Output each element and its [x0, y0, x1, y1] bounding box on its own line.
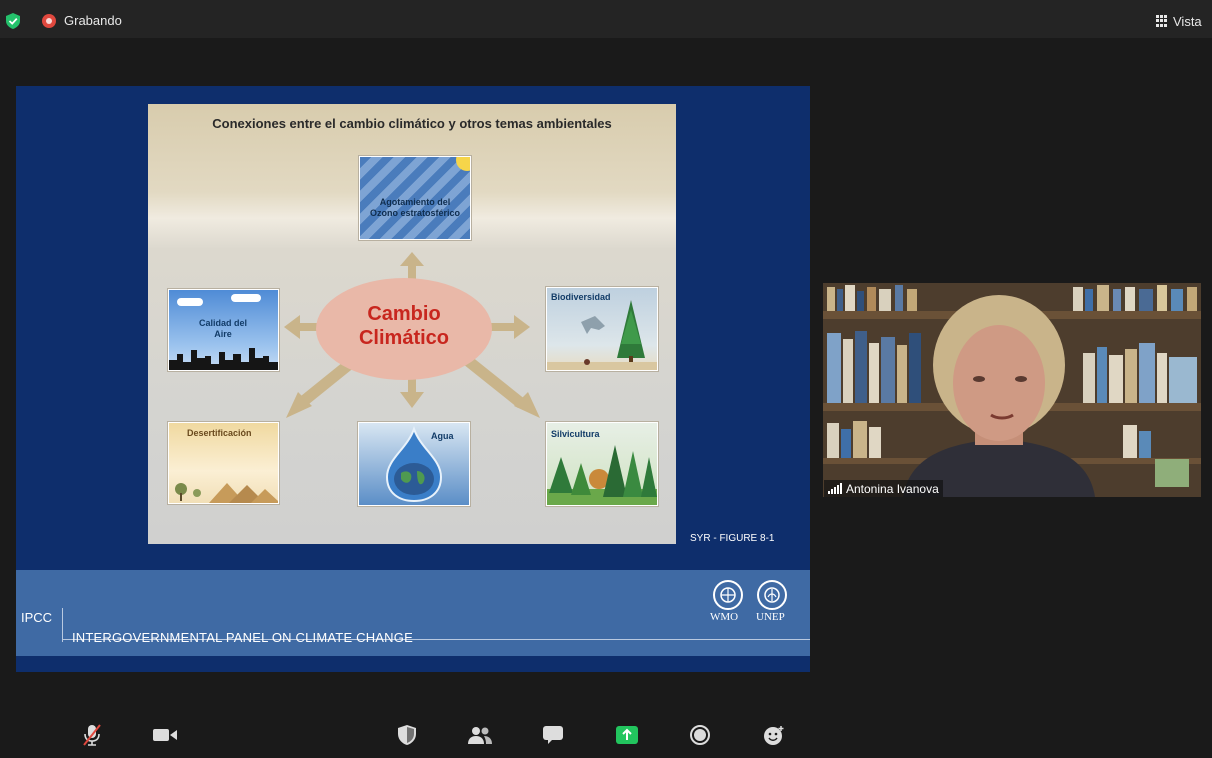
meeting-toolbar — [0, 714, 1212, 758]
chat-bubble-icon[interactable] — [540, 722, 566, 748]
recording-icon[interactable] — [42, 14, 56, 28]
video-camera-icon[interactable] — [152, 722, 178, 748]
recording-label: Grabando — [64, 13, 122, 28]
ipcc-full-name: INTERGOVERNMENTAL PANEL ON CLIMATE CHANG… — [72, 630, 413, 645]
ozone-label-line2: Ozono estratosférico — [369, 208, 461, 218]
participant-name: Antonina Ivanova — [846, 481, 939, 496]
air-label-line1: Calidad del — [198, 318, 247, 328]
ipcc-abbr: IPCC — [21, 610, 53, 625]
tile-air-quality: Calidad del Aire — [168, 289, 279, 371]
microphone-muted-icon[interactable] — [79, 722, 105, 748]
meeting-top-bar — [0, 0, 1212, 38]
ozone-label-line1: Agotamiento del — [379, 197, 451, 207]
unep-label: UNEP — [756, 611, 785, 623]
participant-name-tag: Antonina Ivanova — [824, 480, 943, 497]
shared-screen-slide: Conexiones entre el cambio climático y o… — [16, 86, 810, 672]
smiley-icon[interactable] — [761, 722, 787, 748]
grid-icon — [1156, 15, 1168, 27]
record-icon[interactable] — [687, 722, 713, 748]
unep-logo-icon — [757, 580, 787, 610]
slide-figure: Conexiones entre el cambio climático y o… — [148, 104, 676, 544]
wmo-logo-icon — [713, 580, 743, 610]
air-label-line2: Aire — [214, 329, 232, 339]
participant-video[interactable] — [823, 283, 1201, 497]
tile-forestry: Silvicultura — [546, 422, 658, 506]
center-label: Cambio Climático — [316, 302, 492, 350]
wmo-label: WMO — [710, 611, 739, 623]
view-button[interactable]: Vista — [1156, 12, 1202, 30]
share-screen-icon[interactable] — [614, 722, 640, 748]
people-icon[interactable] — [467, 722, 493, 748]
shield-check-icon[interactable] — [6, 13, 20, 29]
center-label-line2: Climático — [358, 327, 450, 349]
shield-icon[interactable] — [394, 722, 420, 748]
tile-biodiversity: Biodiversidad — [546, 287, 658, 371]
signal-strength-icon — [828, 483, 842, 494]
participant-video-frame — [823, 283, 1201, 497]
view-label: Vista — [1173, 13, 1202, 29]
tile-water: Agua — [358, 422, 470, 506]
footer-divider-vertical — [62, 608, 63, 642]
tile-ozone: Agotamiento del Ozono estratosférico — [359, 156, 471, 240]
slide-footnote: SYR - FIGURE 8-1 — [690, 533, 775, 544]
tile-desertification: Desertificación — [168, 422, 279, 504]
center-label-line1: Cambio — [367, 303, 441, 325]
